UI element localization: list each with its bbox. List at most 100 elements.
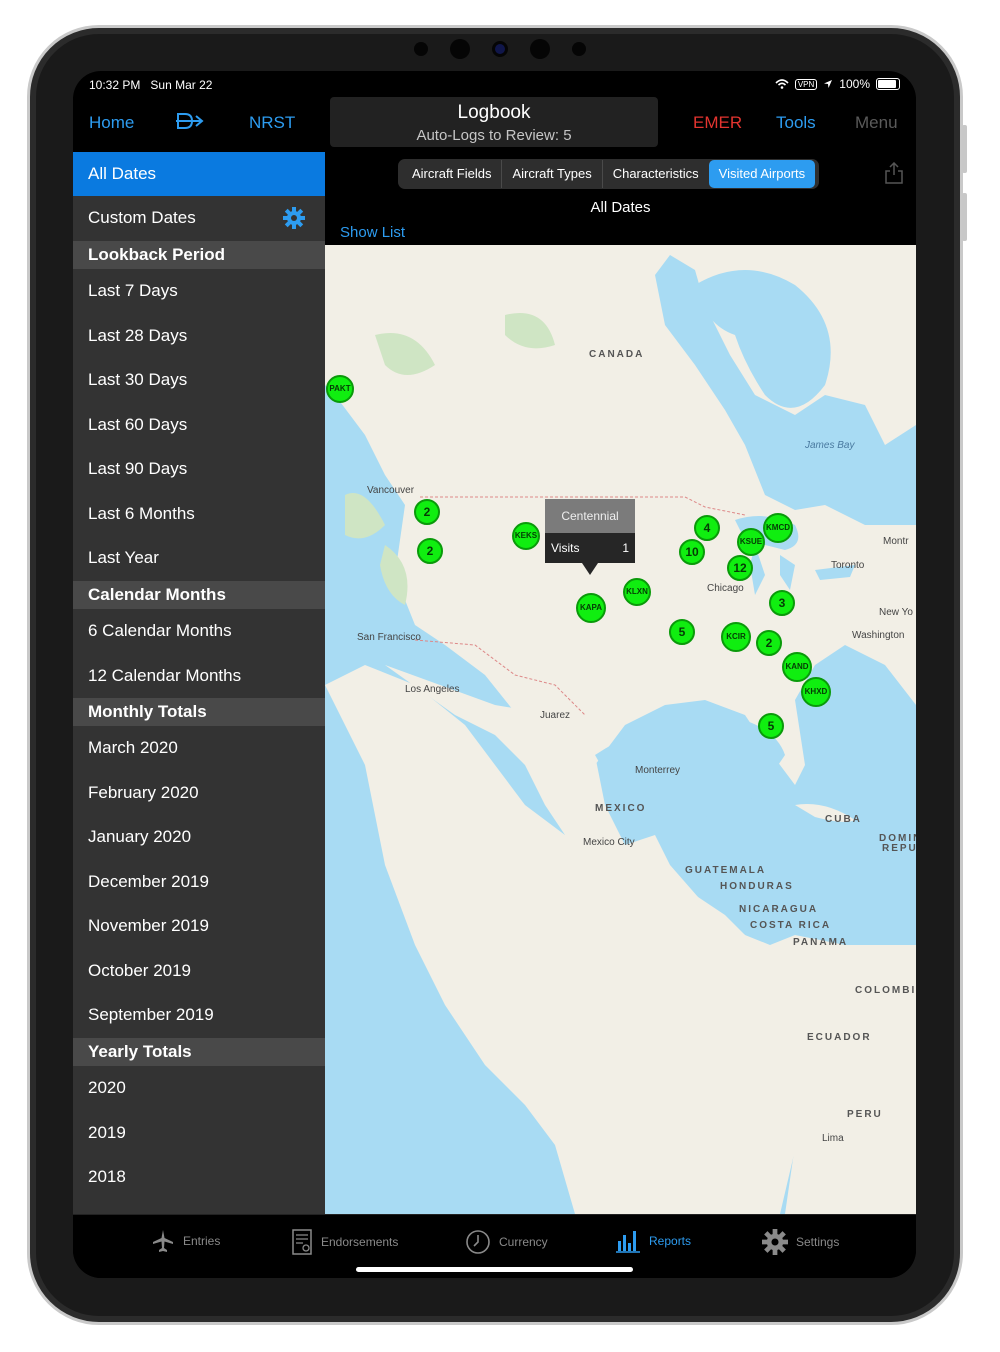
airport-pin-kand[interactable]: KAND — [782, 652, 812, 682]
tab-reports[interactable]: Reports — [615, 1229, 691, 1253]
segment-characteristics[interactable]: Characteristics — [601, 160, 709, 188]
bar-chart-icon — [616, 1231, 640, 1253]
reports-main-panel: Aircraft Fields Aircraft Types Character… — [325, 152, 916, 1214]
side-button — [962, 193, 967, 241]
visited-airports-map[interactable]: CANADA James Bay Vancouver San Francisco… — [325, 245, 916, 1214]
airport-cluster-pin[interactable]: 2 — [414, 499, 440, 525]
segment-visited-airports[interactable]: Visited Airports — [708, 160, 816, 188]
map-label: GUATEMALA — [685, 865, 767, 876]
airport-cluster-pin[interactable]: 2 — [417, 538, 443, 564]
direct-to-icon[interactable] — [175, 111, 205, 131]
sidebar-item-september-2019[interactable]: September 2019 — [73, 993, 325, 1037]
status-time: 10:32 PM — [89, 78, 141, 92]
map-label: Washington — [852, 630, 905, 641]
airport-pin-ksue[interactable]: KSUE — [737, 528, 765, 556]
location-arrow-icon — [824, 80, 833, 88]
airport-cluster-pin[interactable]: 5 — [758, 713, 784, 739]
airport-cluster-pin[interactable]: 3 — [769, 590, 795, 616]
sidebar-item-last-60-days[interactable]: Last 60 Days — [73, 403, 325, 447]
section-header-yearly: Yearly Totals — [73, 1038, 325, 1066]
section-header-lookback: Lookback Period — [73, 241, 325, 269]
map-label: Vancouver — [367, 485, 415, 496]
vpn-badge: VPN — [794, 78, 818, 90]
logbook-title-box[interactable]: Logbook Auto-Logs to Review: 5 — [330, 97, 658, 147]
tab-entries[interactable]: Entries — [151, 1229, 220, 1253]
sidebar-item-october-2019[interactable]: October 2019 — [73, 949, 325, 993]
sidebar-item-last-90-days[interactable]: Last 90 Days — [73, 447, 325, 491]
sidebar-item-last-28-days[interactable]: Last 28 Days — [73, 314, 325, 358]
airport-cluster-pin[interactable]: 10 — [679, 539, 705, 565]
sidebar-item-december-2019[interactable]: December 2019 — [73, 860, 325, 904]
map-label: REPU — [882, 843, 916, 854]
map-label: HONDURAS — [720, 881, 794, 892]
sidebar-item-last-30-days[interactable]: Last 30 Days — [73, 358, 325, 402]
gear-icon[interactable] — [283, 207, 305, 229]
status-bar: 10:32 PM Sun Mar 22 VPN 100% — [73, 71, 916, 97]
map-label: COLOMBI — [855, 985, 916, 996]
tab-endorsements[interactable]: Endorsements — [291, 1229, 398, 1255]
airport-pin-kcir[interactable]: KCIR — [721, 622, 751, 652]
sidebar-item-november-2019[interactable]: November 2019 — [73, 904, 325, 948]
battery-icon — [876, 78, 900, 90]
map-label: Montr — [883, 536, 909, 547]
airport-pin-pakt[interactable]: PAKT — [326, 375, 354, 403]
callout-pointer — [582, 563, 598, 575]
battery-percent: 100% — [839, 77, 870, 91]
section-header-calendar: Calendar Months — [73, 581, 325, 609]
report-type-segmented-control: Aircraft Fields Aircraft Types Character… — [398, 159, 820, 189]
map-label: Chicago — [707, 583, 744, 594]
sidebar-item-2018[interactable]: 2018 — [73, 1155, 325, 1199]
sidebar-item-february-2020[interactable]: February 2020 — [73, 771, 325, 815]
map-label: Juarez — [540, 710, 571, 721]
sidebar-item-march-2020[interactable]: March 2020 — [73, 726, 325, 770]
gear-icon — [762, 1229, 788, 1255]
airport-callout[interactable]: Centennial Visits 1 — [545, 499, 635, 575]
show-list-button[interactable]: Show List — [340, 224, 405, 241]
callout-visits-label: Visits — [551, 541, 580, 555]
clock-icon — [466, 1230, 490, 1254]
home-indicator[interactable] — [356, 1267, 633, 1272]
sidebar-item-last-7-days[interactable]: Last 7 Days — [73, 269, 325, 313]
airport-cluster-pin[interactable]: 12 — [727, 555, 753, 581]
sidebar-item-6-calendar-months[interactable]: 6 Calendar Months — [73, 609, 325, 653]
wifi-icon — [775, 79, 789, 89]
sidebar-item-custom-dates[interactable]: Custom Dates — [73, 196, 325, 240]
airport-cluster-pin[interactable]: 4 — [694, 515, 720, 541]
sidebar-item-2019[interactable]: 2019 — [73, 1111, 325, 1155]
map-label: Lima — [822, 1133, 844, 1144]
map-label: CANADA — [589, 349, 645, 360]
sidebar-item-january-2020[interactable]: January 2020 — [73, 815, 325, 859]
screen: 10:32 PM Sun Mar 22 VPN 100% Home NRST L… — [73, 71, 916, 1278]
map-label: Toronto — [831, 560, 865, 571]
camera-array — [0, 39, 1000, 59]
airport-pin-khxd[interactable]: KHXD — [801, 677, 831, 707]
sidebar-item-12-calendar-months[interactable]: 12 Calendar Months — [73, 654, 325, 698]
menu-button[interactable]: Menu — [855, 113, 898, 133]
sidebar-item-last-year[interactable]: Last Year — [73, 536, 325, 580]
airport-pin-keks[interactable]: KEKS — [512, 522, 540, 550]
map-label: PERU — [847, 1109, 883, 1120]
emer-button[interactable]: EMER — [693, 113, 742, 133]
airport-pin-klxn[interactable]: KLXN — [623, 578, 651, 606]
nrst-button[interactable]: NRST — [249, 113, 295, 133]
airport-pin-kmcd[interactable]: KMCD — [763, 513, 793, 543]
tab-currency[interactable]: Currency — [465, 1229, 548, 1255]
callout-airport-name: Centennial — [545, 499, 635, 533]
tab-settings[interactable]: Settings — [762, 1229, 839, 1255]
callout-visits-value: 1 — [622, 541, 629, 555]
side-button — [962, 125, 967, 173]
sidebar-item-2020[interactable]: 2020 — [73, 1066, 325, 1110]
airport-cluster-pin[interactable]: 2 — [756, 630, 782, 656]
segment-aircraft-types[interactable]: Aircraft Types — [501, 160, 601, 188]
sidebar-item-last-6-months[interactable]: Last 6 Months — [73, 492, 325, 536]
sidebar-item-all-dates[interactable]: All Dates — [73, 152, 325, 196]
home-button[interactable]: Home — [89, 113, 134, 133]
segment-aircraft-fields[interactable]: Aircraft Fields — [402, 160, 501, 188]
page-title: Logbook — [457, 102, 531, 123]
document-certificate-icon — [292, 1229, 312, 1255]
airport-pin-kapa[interactable]: KAPA — [576, 593, 606, 623]
section-header-monthly: Monthly Totals — [73, 698, 325, 726]
tools-button[interactable]: Tools — [776, 113, 816, 133]
airport-cluster-pin[interactable]: 5 — [669, 619, 695, 645]
share-icon[interactable] — [884, 162, 904, 184]
